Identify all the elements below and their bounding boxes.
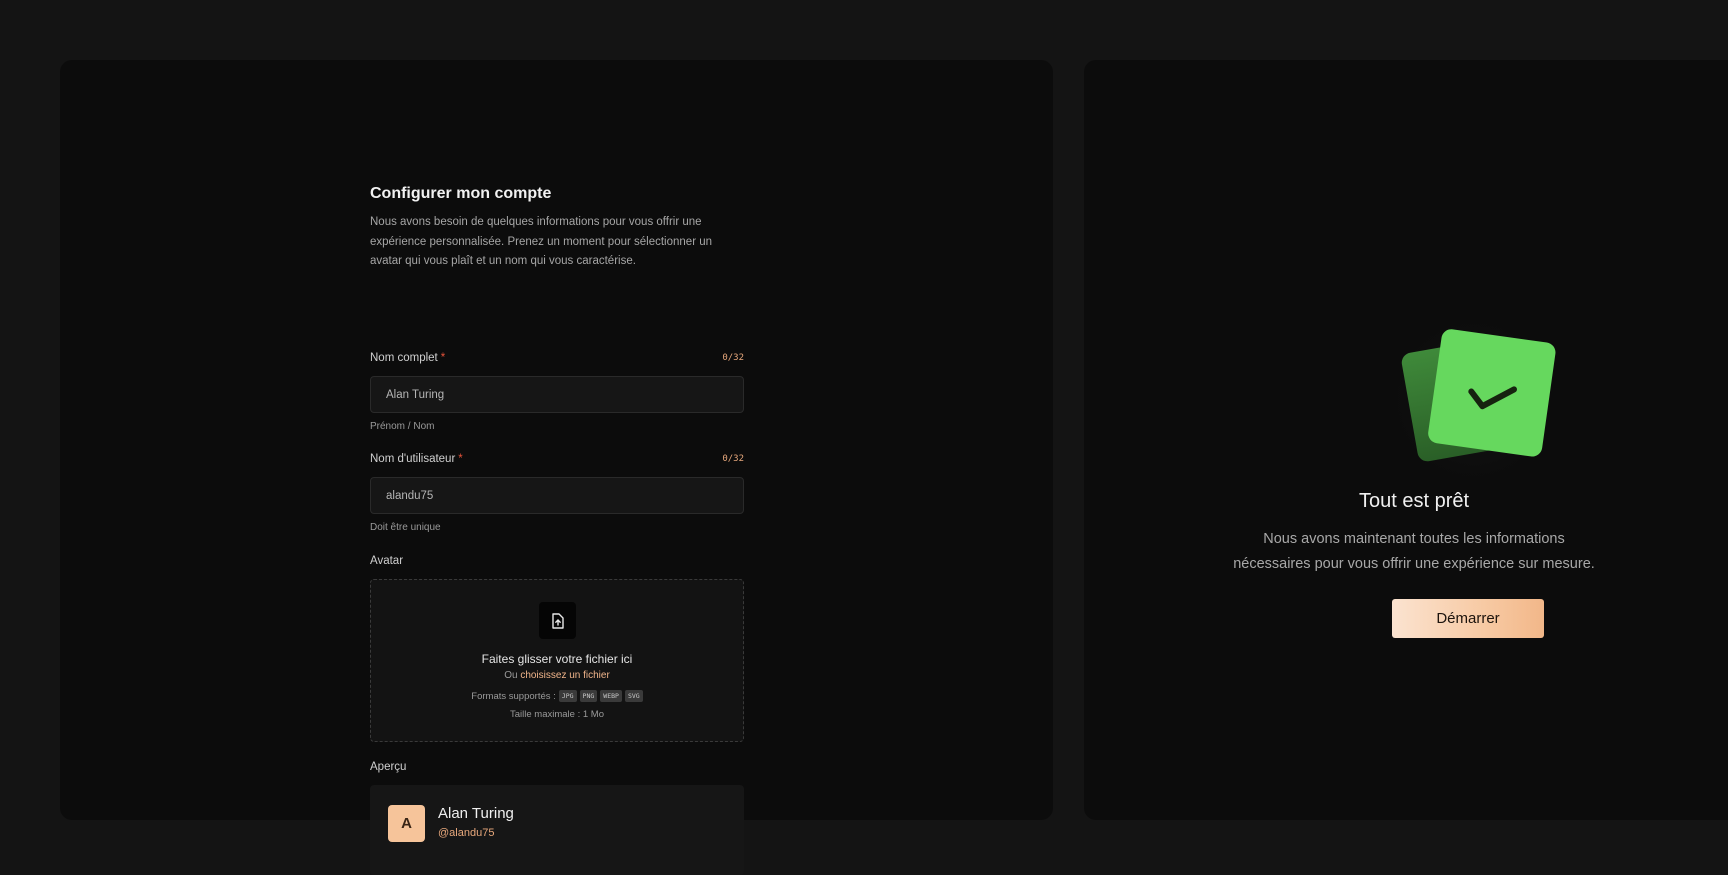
format-chip: PNG [579,690,598,702]
dropzone-or-line: Ou choisissez un fichier [504,670,610,681]
profile-preview-card: A Alan Turing @alandu75 [370,785,744,875]
fullname-label: Nom complet * [370,352,446,364]
success-check-illustration [1379,305,1569,490]
fullname-input[interactable]: Alan Turing [370,376,744,413]
dropzone-title: Faites glisser votre fichier ici [481,652,633,666]
format-chip: SVG [624,690,643,702]
start-button[interactable]: Démarrer [1392,599,1544,638]
supported-formats: Formats supportés : JPG PNG WEBP SVG [371,690,743,702]
username-hint: Doit être unique [370,522,441,533]
preview-label: Aperçu [370,761,407,773]
ready-panel: Tout est prêt Nous avons maintenant tout… [1084,60,1728,820]
check-card [1428,329,1556,457]
ready-description: Nous avons maintenant toutes les informa… [1233,531,1595,572]
fullname-counter: 0/32 [722,353,744,363]
file-upload-icon [539,602,576,639]
format-chip: WEBP [600,690,622,702]
account-setup-panel: Configurer mon compte Nous avons besoin … [60,60,1053,875]
format-chip: JPG [558,690,577,702]
form-description: Nous avons besoin de quelques informatio… [370,216,713,267]
avatar-label: Avatar [370,555,404,567]
username-input[interactable]: alandu75 [370,477,744,514]
preview-username: @alandu75 [438,827,495,839]
avatar-field: Avatar Faites glisser votre fichier ici … [370,553,744,742]
username-field: Nom d'utilisateur * 0/32 alandu75 Doit êt… [370,451,744,533]
username-label: Nom d'utilisateur * [370,453,463,465]
required-mark: * [458,453,463,465]
ready-title: Tout est prêt [1358,490,1470,512]
fullname-field: Nom complet * 0/32 Alan Turing Prénom / N… [370,350,744,432]
avatar-dropzone[interactable]: Faites glisser votre fichier ici Ou choi… [370,579,744,742]
form-title: Configurer mon compte [370,185,552,202]
formats-label: Formats supportés : [471,690,556,702]
preview-name: Alan Turing [438,805,514,822]
required-mark: * [440,352,446,364]
username-counter: 0/32 [722,454,744,464]
account-setup-form: Configurer mon compte Nous avons besoin … [370,184,744,875]
choose-file-link[interactable]: choisissez un fichier [520,670,609,681]
max-size-note: Taille maximale : 1 Mo [510,709,604,720]
preview-field: Aperçu A Alan Turing @alandu75 [370,759,744,875]
avatar: A [388,805,425,842]
fullname-hint: Prénom / Nom [370,421,435,432]
